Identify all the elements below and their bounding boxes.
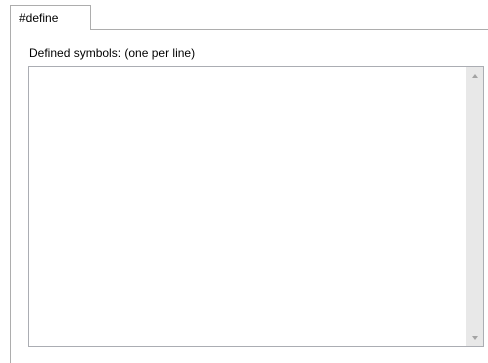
scroll-down-button[interactable] (466, 329, 483, 346)
define-settings-page: #define Defined symbols: (one per line) (0, 0, 488, 363)
defined-symbols-input[interactable] (29, 67, 466, 346)
scroll-up-arrow-icon (471, 73, 478, 78)
tab-define[interactable]: #define (10, 5, 91, 30)
defined-symbols-label: Defined symbols: (one per line) (29, 46, 196, 60)
vertical-scrollbar[interactable] (466, 67, 483, 346)
scroll-down-arrow-icon (471, 335, 478, 340)
defined-symbols-textbox[interactable] (28, 66, 484, 347)
scroll-up-button[interactable] (466, 67, 483, 84)
tab-define-label: #define (19, 11, 59, 25)
